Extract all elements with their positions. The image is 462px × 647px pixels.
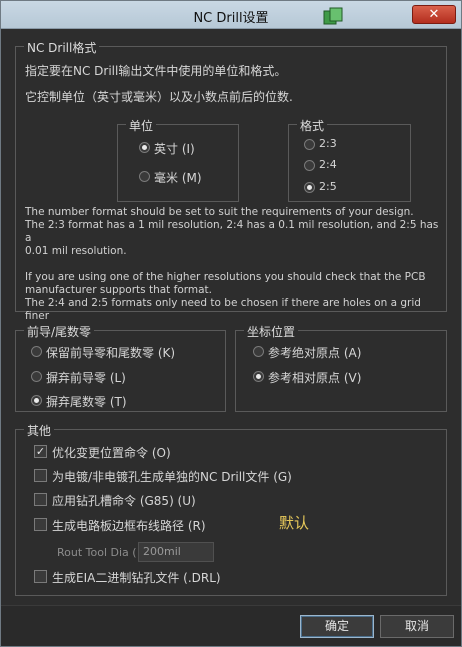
nc-drill-dialog: NC Drill设置 ✕ NC Drill格式 指定要在NC Drill输出文件… [0,0,462,647]
radio-label: 保留前导零和尾数零 (K) [46,346,176,360]
format-description-1: 指定要在NC Drill输出文件中使用的单位和格式。 [25,64,287,78]
radio-label: 2:5 [319,180,337,193]
rout-tool-label: Rout Tool Dia ( [57,546,137,559]
radio-label: 毫米 (M) [154,171,202,185]
window-title: NC Drill设置 [193,11,269,26]
format-group-label: NC Drill格式 [24,39,100,56]
radio-label: 参考相对原点 (V) [268,371,362,385]
rout-tool-dia-input[interactable]: 200mil [138,542,214,562]
radio-indicator [253,371,264,382]
radio-label: 摒弃前导零 (L) [46,371,126,385]
radio-indicator [31,346,42,357]
radio-label: 2:3 [319,137,337,150]
info-line: The number format should be set to suit … [25,206,414,218]
checkbox-indicator: ✓ [34,445,47,458]
info-line: If you are using one of the higher resol… [25,271,426,283]
info-line: The 2:4 and 2:5 formats only need to be … [25,297,421,322]
checkbox-indicator [34,469,47,482]
radio-indicator [253,346,264,357]
other-group-label: 其他 [24,422,55,439]
radio-indicator [304,182,315,193]
checkbox-label: 优化变更位置命令 (O) [52,446,171,460]
radio-indicator [304,160,315,171]
cancel-button[interactable]: 取消 [380,615,454,638]
radio-indicator [304,139,315,150]
checkbox-label: 应用钻孔槽命令 (G85) (U) [52,494,196,508]
radio-label: 英寸 (I) [154,142,195,156]
ok-button[interactable]: 确定 [300,615,374,638]
title-bar[interactable]: NC Drill设置 ✕ [1,1,461,29]
format-digits-group-label: 格式 [297,117,328,134]
info-line: 0.01 mil resolution. [25,245,127,257]
radio-label: 2:4 [319,158,337,171]
info-line: The 2:3 format has a 1 mil resolution, 2… [25,219,439,244]
checkbox-indicator [34,518,47,531]
checkbox-label: 生成电路板边框布线路径 (R) [52,519,206,533]
checkbox-label: 生成EIA二进制钻孔文件 (.DRL) [52,571,221,585]
format-info-text: The number format should be set to suit … [25,206,441,336]
app-icon [323,7,343,25]
radio-indicator [31,371,42,382]
close-button[interactable]: ✕ [412,5,456,24]
info-line: manufacturer supports that format. [25,284,213,296]
radio-label: 摒弃尾数零 (T) [46,395,127,409]
radio-label: 参考绝对原点 (A) [268,346,362,360]
default-label: 默认 [279,514,310,532]
units-group-label: 单位 [126,117,157,134]
zeros-group-label: 前导/尾数零 [24,323,95,340]
checkbox-indicator [34,493,47,506]
format-description-2: 它控制单位（英寸或毫米）以及小数点前后的位数. [25,90,293,104]
coords-group-label: 坐标位置 [244,323,299,340]
radio-indicator [139,171,150,182]
units-group: 单位 [117,117,239,202]
checkbox-indicator [34,570,47,583]
checkbox-label: 为电镀/非电镀孔生成单独的NC Drill文件 (G) [52,470,292,484]
radio-indicator [31,395,42,406]
radio-indicator [139,142,150,153]
